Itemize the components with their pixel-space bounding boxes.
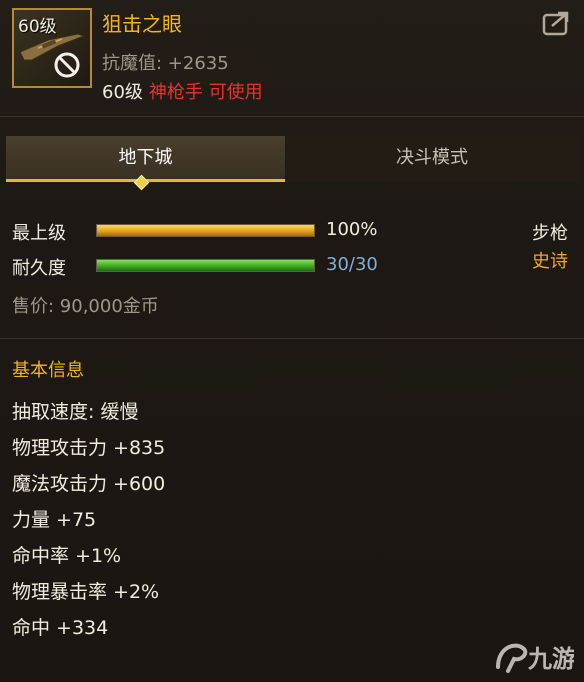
section-divider: [0, 338, 584, 339]
durability-bar: [96, 259, 315, 272]
watermark-logo: 九游: [494, 637, 576, 679]
grade-label: 最上级: [12, 223, 66, 244]
stat-line: 力量 +75: [12, 509, 97, 531]
item-icon[interactable]: 60级: [12, 8, 92, 88]
durability-value: 30/30: [326, 254, 378, 275]
tab-dungeon[interactable]: 地下城: [6, 136, 285, 182]
header-divider: [0, 116, 584, 117]
grade-bar-fill: [97, 225, 314, 236]
resist-value: 抗魔值: +2635: [102, 53, 229, 74]
item-name: 狙击之眼: [102, 12, 182, 36]
rarity-label: 史诗: [532, 251, 568, 272]
requirement-line: 60级 神枪手 可使用: [102, 78, 263, 104]
stat-line: 物理攻击力 +835: [12, 437, 166, 459]
stat-line: 命中 +334: [12, 617, 109, 639]
required-level: 60级: [102, 82, 143, 103]
item-tooltip-panel: 60级 狙击之眼 抗魔值: +2635 60级 神枪手 可使用 地下城 决斗模式 …: [0, 0, 584, 682]
stat-line: 抽取速度: 缓慢: [12, 401, 139, 423]
basic-info-title: 基本信息: [12, 360, 84, 381]
stat-line: 物理暴击率 +2%: [12, 581, 160, 603]
weapon-type: 步枪: [532, 223, 568, 244]
required-class: 神枪手 可使用: [148, 82, 263, 103]
stat-line: 魔法攻击力 +600: [12, 473, 166, 495]
grade-value: 100%: [326, 219, 378, 240]
grade-bar: [96, 224, 315, 237]
unusable-icon: [54, 52, 80, 78]
sell-price: 售价: 90,000金币: [12, 296, 159, 317]
svg-text:九游: 九游: [527, 645, 574, 673]
durability-bar-fill: [97, 260, 314, 271]
tab-pvp[interactable]: 决斗模式: [286, 136, 578, 182]
durability-label: 耐久度: [12, 258, 66, 279]
share-icon[interactable]: [542, 10, 572, 36]
stat-line: 命中率 +1%: [12, 545, 122, 567]
